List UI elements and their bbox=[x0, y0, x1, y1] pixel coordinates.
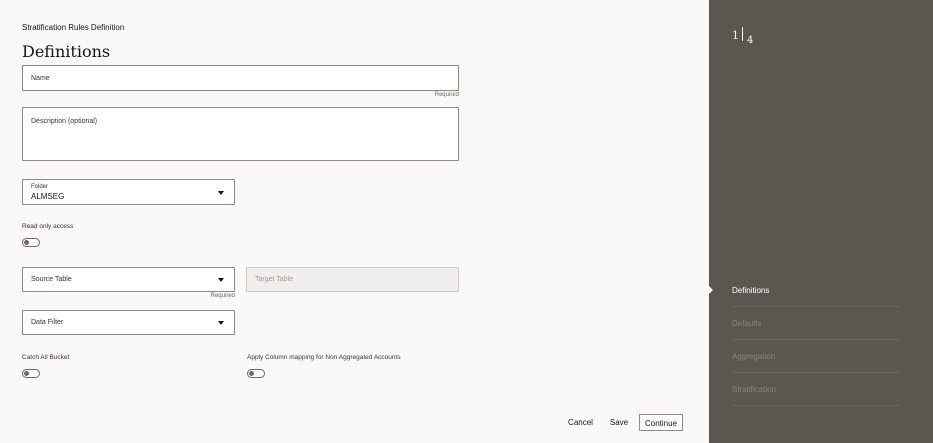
source-table-select[interactable]: Source Table bbox=[22, 267, 235, 292]
data-filter-select[interactable]: Data Filter bbox=[22, 310, 235, 335]
apply-mapping-toggle[interactable] bbox=[247, 369, 265, 378]
main-panel: Stratification Rules Definition Definiti… bbox=[0, 0, 709, 443]
active-step-pointer bbox=[708, 285, 713, 295]
chevron-down-icon bbox=[218, 191, 224, 195]
folder-select-value: ALMSEG bbox=[31, 192, 65, 201]
step-label: Defaults bbox=[732, 318, 762, 328]
step-label: Stratification bbox=[732, 384, 777, 394]
page-title: Definitions bbox=[22, 42, 111, 61]
step-stratification[interactable]: Stratification bbox=[732, 373, 900, 406]
step-label: Definitions bbox=[732, 285, 770, 295]
name-field[interactable]: Name bbox=[22, 65, 459, 91]
read-only-toggle[interactable] bbox=[22, 238, 40, 247]
folder-select-label: Folder bbox=[31, 184, 49, 190]
name-required-hint: Required bbox=[434, 92, 459, 98]
current-step-number: 1 bbox=[732, 29, 739, 42]
apply-mapping-label: Apply Column mapping for Non Aggregated … bbox=[247, 354, 401, 361]
step-divider bbox=[742, 27, 743, 41]
toggle-knob bbox=[24, 240, 29, 245]
step-label: Aggregation bbox=[732, 351, 776, 361]
catch-all-label: Catch All Bucket bbox=[22, 354, 70, 361]
read-only-label: Read only access bbox=[22, 223, 74, 230]
name-field-label: Name bbox=[31, 75, 50, 82]
toggle-knob bbox=[24, 371, 29, 376]
target-table-field: Target Table bbox=[246, 267, 459, 292]
breadcrumb: Stratification Rules Definition bbox=[22, 23, 125, 32]
total-steps-number: 4 bbox=[747, 35, 754, 46]
step-defaults[interactable]: Defaults bbox=[732, 307, 900, 340]
folder-select[interactable]: Folder ALMSEG bbox=[22, 179, 235, 205]
catch-all-toggle[interactable] bbox=[22, 369, 40, 378]
continue-button[interactable]: Continue bbox=[639, 414, 683, 431]
step-sidebar: 1 4 Definitions Defaults Aggregation Str… bbox=[708, 0, 933, 443]
description-field[interactable]: Description (optional) bbox=[22, 107, 459, 161]
step-definitions[interactable]: Definitions bbox=[732, 274, 900, 307]
save-button[interactable]: Save bbox=[604, 414, 634, 431]
toggle-knob bbox=[249, 371, 254, 376]
step-aggregation[interactable]: Aggregation bbox=[732, 340, 900, 373]
cancel-button[interactable]: Cancel bbox=[562, 414, 599, 431]
source-table-required-hint: Required bbox=[210, 293, 235, 299]
target-table-label: Target Table bbox=[255, 276, 294, 283]
source-table-label: Source Table bbox=[31, 276, 72, 283]
chevron-down-icon bbox=[218, 321, 224, 325]
chevron-down-icon bbox=[218, 278, 224, 282]
data-filter-label: Data Filter bbox=[31, 319, 64, 326]
description-field-label: Description (optional) bbox=[31, 118, 98, 125]
